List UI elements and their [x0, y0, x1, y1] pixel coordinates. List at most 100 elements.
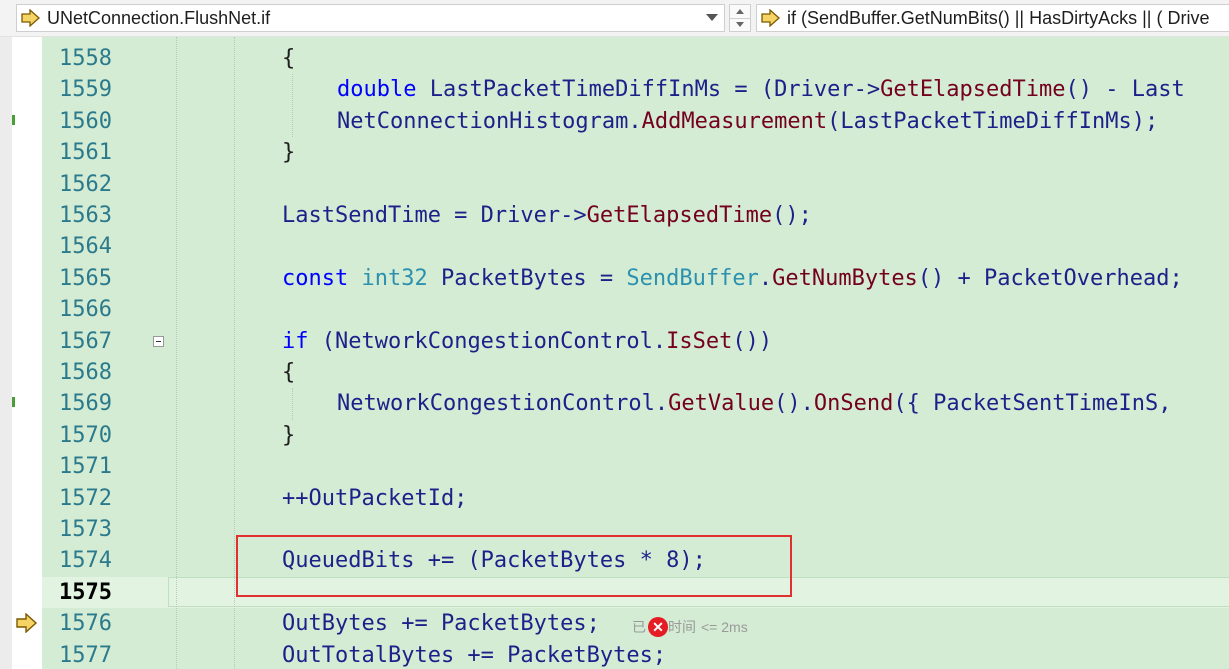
highlight-annotation-box — [236, 535, 792, 597]
code-token: double — [337, 77, 417, 103]
line-number: 1558 — [59, 46, 112, 71]
code-text[interactable]: { — [282, 357, 295, 388]
collapse-toggle-icon[interactable] — [153, 335, 164, 347]
line-number: 1573 — [59, 517, 112, 542]
line-number: 1574 — [59, 548, 112, 574]
line-number: 1571 — [59, 454, 112, 480]
perf-tip-elapsed: <= 2ms — [701, 619, 748, 635]
code-text[interactable]: NetConnectionHistogram.AddMeasurement(La… — [337, 106, 1158, 137]
code-text[interactable]: } — [282, 420, 295, 451]
code-line[interactable]: 1558 { — [42, 43, 1229, 74]
code-line[interactable]: 1572 ++OutPacketId; — [42, 483, 1229, 514]
code-line[interactable]: 1563 LastSendTime = Driver->GetElapsedTim… — [42, 200, 1229, 231]
code-line[interactable]: 1564 — [42, 231, 1229, 262]
code-token: } — [282, 422, 296, 448]
code-text[interactable]: { — [282, 43, 295, 74]
line-number: 1559 — [59, 77, 112, 103]
code-token: (). — [774, 391, 814, 417]
code-line[interactable]: 1562 — [42, 169, 1229, 200]
member-label: if (SendBuffer.GetNumBits() || HasDirtyA… — [787, 7, 1210, 28]
code-token: LastPacketTimeDiffInMs = (Driver-> — [416, 77, 881, 103]
line-number: 1576 — [59, 611, 112, 637]
indent-guide — [234, 37, 235, 669]
code-token: ()) — [732, 328, 773, 354]
code-text[interactable]: ++OutPacketId; — [282, 483, 467, 514]
code-line[interactable]: 1570} — [42, 420, 1229, 451]
code-token: GetNumBytes — [772, 265, 918, 291]
code-text[interactable]: if (NetworkCongestionControl.IsSet()) — [282, 326, 772, 357]
line-number: 1567 — [59, 328, 112, 354]
line-number: 1561 — [59, 140, 112, 166]
code-text[interactable]: OutTotalBytes += PacketBytes; — [282, 640, 666, 669]
code-text[interactable]: const int32 PacketBytes = SendBuffer.Get… — [282, 263, 1183, 294]
code-text[interactable]: double LastPacketTimeDiffInMs = (Driver-… — [337, 74, 1185, 105]
code-text[interactable]: NetworkCongestionControl.GetValue().OnSe… — [337, 388, 1172, 419]
line-number: 1564 — [59, 234, 112, 260]
error-icon: ✕ — [648, 617, 668, 637]
code-token: } — [282, 140, 296, 166]
member-dropdown[interactable]: if (SendBuffer.GetNumBits() || HasDirtyA… — [756, 4, 1229, 32]
line-number: 1563 — [59, 203, 112, 228]
code-token: int32 — [361, 265, 428, 291]
code-token: GetValue — [668, 391, 775, 417]
navigation-bar: UNetConnection.FlushNet.if if (SendBuffe… — [0, 0, 1229, 37]
indicator-margin[interactable] — [12, 37, 42, 669]
code-text[interactable]: OutBytes += PacketBytes; — [282, 608, 600, 639]
perf-tip-prefix: 已 — [632, 619, 646, 635]
code-text[interactable]: LastSendTime = Driver->GetElapsedTime(); — [282, 200, 812, 231]
line-number: 1565 — [59, 265, 112, 291]
code-line[interactable]: 1559 double LastPacketTimeDiffInMs = (Dri… — [42, 74, 1229, 105]
line-number: 1575 — [59, 579, 112, 605]
indent-guide — [292, 74, 293, 138]
scope-arrow-icon — [21, 9, 40, 27]
member-arrow-icon — [761, 9, 780, 27]
code-line[interactable]: 1568 { — [42, 357, 1229, 388]
code-line[interactable]: 1571 — [42, 451, 1229, 482]
code-line[interactable]: 1565 const int32 PacketBytes = SendBuffer… — [42, 263, 1229, 294]
code-line[interactable]: 1569 NetworkCongestionControl.GetValue().… — [42, 388, 1229, 419]
code-line[interactable]: 1560 NetConnectionHistogram.AddMeasuremen… — [42, 106, 1229, 137]
glyph-margin[interactable] — [0, 37, 12, 669]
code-token: { — [282, 360, 296, 385]
change-marker — [12, 115, 15, 125]
code-editor[interactable]: 1558 {1559 double LastPacketTimeDiffInMs =… — [0, 37, 1229, 669]
code-text[interactable]: } — [282, 137, 295, 168]
code-line[interactable]: 1561} — [42, 137, 1229, 168]
perf-tip[interactable]: 已 ✕ 时间 <= 2ms — [632, 616, 748, 638]
code-token: . — [758, 265, 773, 291]
code-token: (NetworkCongestionControl. — [308, 328, 667, 354]
code-token: OutBytes += PacketBytes; — [282, 611, 600, 637]
chevron-down-icon[interactable] — [730, 18, 750, 31]
chevron-down-icon[interactable] — [706, 14, 718, 21]
execution-pointer-icon — [16, 613, 38, 633]
scope-dropdown[interactable]: UNetConnection.FlushNet.if — [16, 4, 725, 32]
code-token: LastSendTime = Driver-> — [282, 203, 587, 228]
code-token: (); — [772, 203, 812, 228]
chevron-up-icon[interactable] — [730, 5, 750, 19]
code-token: OutTotalBytes += PacketBytes; — [282, 642, 667, 668]
code-token: IsSet — [666, 328, 733, 354]
code-token: (LastPacketTimeDiffInMs); — [827, 108, 1159, 134]
code-line[interactable]: 1566 — [42, 294, 1229, 325]
line-number: 1562 — [59, 171, 112, 197]
code-line[interactable]: 1577 OutTotalBytes += PacketBytes; — [42, 640, 1229, 669]
code-token: NetConnectionHistogram. — [337, 108, 642, 134]
change-marker — [12, 397, 15, 407]
code-token: GetElapsedTime — [880, 77, 1066, 103]
code-token: GetElapsedTime — [586, 203, 773, 228]
code-token: ++OutPacketId; — [282, 485, 468, 511]
code-token: if — [282, 328, 309, 354]
code-line[interactable]: 1567 if (NetworkCongestionControl.IsSet()… — [42, 326, 1229, 357]
indent-guide — [176, 37, 177, 669]
line-number: 1577 — [59, 642, 112, 668]
line-number: 1566 — [59, 297, 112, 323]
line-number: 1572 — [59, 485, 112, 511]
code-token: ({ PacketSentTimeInS, — [893, 391, 1172, 417]
code-token: { — [282, 46, 296, 71]
code-token: OnSend — [813, 391, 894, 417]
splitter-spinner[interactable] — [729, 4, 751, 32]
code-token: AddMeasurement — [641, 108, 828, 134]
code-token: const — [282, 265, 349, 291]
code-token: () - Last — [1065, 77, 1185, 103]
indent-guide — [292, 388, 293, 420]
